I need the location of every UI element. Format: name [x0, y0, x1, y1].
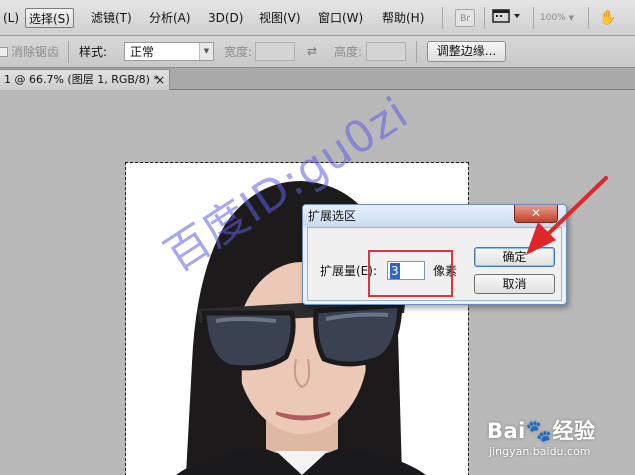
baidu-logo-suffix: 经验	[552, 419, 596, 443]
baidu-url: jingyan.baidu.com	[489, 445, 591, 458]
paw-icon: 🐾	[525, 419, 553, 443]
baidu-logo: Bai🐾经验 jingyan.baidu.com	[487, 415, 617, 463]
baidu-logo-bai: Bai	[487, 419, 526, 443]
annotation-arrow	[526, 176, 608, 255]
baidu-logo-text: Bai🐾经验	[487, 415, 596, 445]
